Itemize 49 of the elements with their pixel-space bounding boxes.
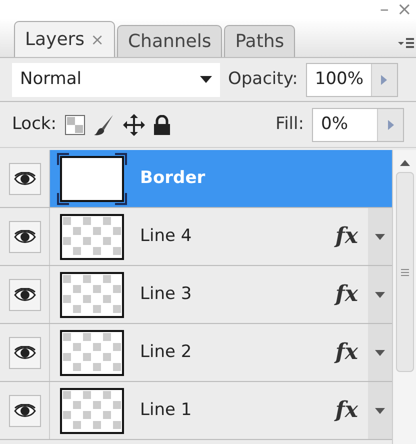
expand-effects-button[interactable]: [368, 208, 392, 265]
minimize-button[interactable]: –: [380, 0, 389, 20]
transparent-thumbnail: [60, 330, 124, 376]
caret-icon: [375, 234, 385, 240]
effects-badge[interactable]: fx: [335, 220, 358, 253]
panel-tab[interactable]: Paths: [224, 25, 296, 57]
transparent-thumbnail: [60, 272, 124, 318]
layer-name: Line 4: [140, 224, 192, 248]
visibility-toggle[interactable]: [8, 220, 40, 252]
layer-name: Line 2: [140, 340, 192, 364]
fill-label: Fill:: [276, 112, 304, 136]
opacity-label: Opacity:: [228, 68, 298, 91]
brush-icon[interactable]: [92, 114, 114, 136]
padlock-icon[interactable]: [152, 114, 170, 134]
visibility-toggle[interactable]: [8, 162, 40, 194]
eye-icon[interactable]: [14, 172, 36, 186]
layer-name: Border: [140, 166, 206, 190]
blend-mode-dropdown[interactable]: Normal: [12, 62, 220, 96]
transparent-thumbnail: [60, 214, 124, 260]
eye-icon[interactable]: [14, 346, 36, 360]
visibility-toggle[interactable]: [8, 278, 40, 310]
expand-effects-button[interactable]: [368, 382, 392, 439]
effects-badge[interactable]: fx: [335, 394, 358, 427]
caret-icon: [375, 350, 385, 356]
panel-tab[interactable]: Channels: [116, 25, 222, 57]
caret-icon: [375, 292, 385, 298]
expand-effects-button[interactable]: [368, 266, 392, 323]
effects-badge[interactable]: fx: [335, 278, 358, 311]
layer-name: Line 1: [140, 398, 192, 422]
visibility-toggle[interactable]: [8, 336, 40, 368]
scrollbar[interactable]: [392, 150, 416, 444]
caret-icon: [200, 76, 212, 84]
layer-name: Line 3: [140, 282, 192, 306]
visibility-toggle[interactable]: [8, 394, 40, 426]
close-button[interactable]: ×: [396, 0, 412, 20]
panel-tab[interactable]: Layers ×: [14, 21, 115, 57]
eye-icon[interactable]: [14, 404, 36, 418]
eye-icon[interactable]: [14, 230, 36, 244]
lock-transparency-icon[interactable]: [64, 114, 84, 134]
lock-label: Lock:: [12, 112, 56, 136]
effects-badge[interactable]: fx: [335, 336, 358, 369]
eye-icon[interactable]: [14, 288, 36, 302]
transparent-thumbnail: [60, 388, 124, 434]
move-icon[interactable]: [122, 114, 144, 136]
panel-menu-icon[interactable]: [398, 36, 414, 50]
expand-effects-button[interactable]: [368, 324, 392, 381]
caret-icon: [375, 408, 385, 414]
layer-thumbnail: [57, 152, 127, 204]
scroll-up-icon[interactable]: [400, 160, 410, 166]
